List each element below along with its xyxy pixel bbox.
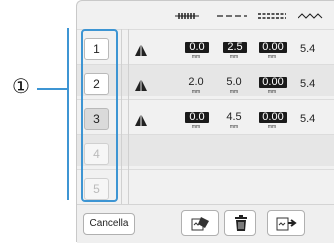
stitch-width-value[interactable]: 0.0 [185,42,209,53]
extra-value: 5.4 [300,43,316,55]
bottom-toolbar: Cancella [77,204,334,243]
stitch-width-value[interactable]: 2.0 [185,77,207,88]
clear-pattern-icon [191,217,209,231]
extra-value: 5.4 [300,113,316,125]
stitch-length-value[interactable]: 2.5 [223,42,247,53]
unit-label: mm [191,89,201,95]
unit-label: mm [229,89,239,95]
callout-marker: ① [12,74,30,98]
insert-pattern-button[interactable] [267,210,305,236]
unit-label: mm [267,89,277,95]
callout-line [37,88,69,90]
column-header [77,1,334,27]
needle-position-icon [135,44,147,56]
unit-label: mm [191,54,201,60]
stitch-width-value[interactable]: 0.0 [185,112,209,123]
unit-label: mm [229,54,239,60]
wave-stitch-icon [298,13,323,19]
insert-pattern-icon [276,217,297,231]
stitch-density-value[interactable]: 0.00 [259,42,287,53]
unit-label: mm [267,124,277,130]
needle-position-icon [135,79,147,91]
column-divider [121,29,122,204]
callout-bracket [67,28,69,200]
cancel-button[interactable]: Cancella [83,213,135,235]
zigzag-stitch-icon [175,13,199,19]
needle-position-icon [135,114,147,126]
extra-value: 5.4 [300,78,316,90]
unit-label: mm [229,124,239,130]
delete-button[interactable] [224,210,256,236]
stitch-density-value[interactable]: 0.00 [259,77,287,88]
dashed-stitch-icon [217,15,247,17]
selected-pattern-group [81,29,118,202]
unit-label: mm [191,124,201,130]
clear-pattern-button[interactable] [181,210,219,236]
stitch-density-value[interactable]: 0.00 [259,112,287,123]
stitch-length-value[interactable]: 4.5 [223,112,245,123]
trash-icon [235,215,247,231]
column-divider [128,29,129,204]
satin-stitch-icon [258,13,286,19]
unit-label: mm [267,54,277,60]
stitch-length-value[interactable]: 5.0 [223,77,245,88]
